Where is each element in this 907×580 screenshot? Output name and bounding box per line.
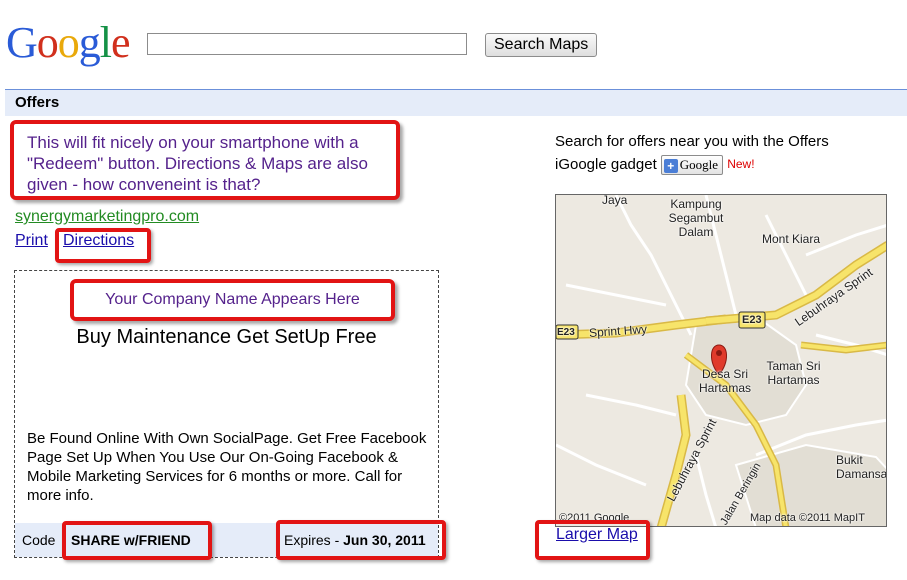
code-label: Code xyxy=(22,532,56,548)
larger-map-link[interactable]: Larger Map xyxy=(556,526,638,544)
map-label-desa-sri-hartamas: Desa Sri Hartamas xyxy=(698,367,751,395)
annotation-text: Your Company Name Appears Here xyxy=(105,291,360,308)
offer-location-map[interactable]: Jaya Kampung Segambut Dalam Mont Kiara L… xyxy=(555,194,887,527)
add-to-google-label: Google xyxy=(679,157,719,173)
annotation-text: This will fit nicely on your smartphone … xyxy=(27,133,368,194)
search-input[interactable] xyxy=(147,33,467,55)
gadget-promo: Search for offers near you with the Offe… xyxy=(555,130,865,176)
annotation-callout-company-name: Your Company Name Appears Here xyxy=(70,279,395,321)
map-label-mont-kiara: Mont Kiara xyxy=(762,232,821,246)
map-label-bukit-damansara: Bukit Damansar xyxy=(836,453,887,481)
deal-title: Buy Maintenance Get SetUp Free xyxy=(76,326,377,348)
annotation-callout-smartphone: This will fit nicely on your smartphone … xyxy=(10,120,400,200)
expires-value: Jun 30, 2011 xyxy=(343,532,426,548)
google-logo[interactable]: Google xyxy=(6,18,131,68)
business-website-link[interactable]: synergymarketingpro.com xyxy=(15,208,199,226)
expires-label: Expires - xyxy=(284,532,340,548)
map-label-taman-sri-hartamas: Taman Sri Hartamas xyxy=(766,359,821,387)
offers-title: Offers xyxy=(15,94,60,111)
offers-header-bar xyxy=(5,89,907,116)
map-data-attribution: Map data ©2011 MapIT xyxy=(750,512,865,524)
search-maps-button[interactable]: Search Maps xyxy=(485,33,598,57)
add-to-google-button[interactable]: + Google xyxy=(660,155,724,176)
map-label-jaya: Jaya xyxy=(602,194,628,207)
print-link[interactable]: Print xyxy=(15,232,48,250)
expiry-date: Expires - Jun 30, 2011 xyxy=(284,532,426,548)
deal-description: Be Found Online With Own SocialPage. Get… xyxy=(27,430,427,504)
e23-shield-label-mid: E23 xyxy=(742,314,762,326)
code-value: SHARE w/FRIEND xyxy=(71,532,191,548)
plus-icon: + xyxy=(663,158,678,173)
map-label-kampung: Kampung Segambut Dalam xyxy=(668,197,724,239)
directions-link[interactable]: Directions xyxy=(63,232,134,250)
new-badge: New! xyxy=(727,157,755,171)
e23-shield-label-left: E23 xyxy=(557,327,575,338)
